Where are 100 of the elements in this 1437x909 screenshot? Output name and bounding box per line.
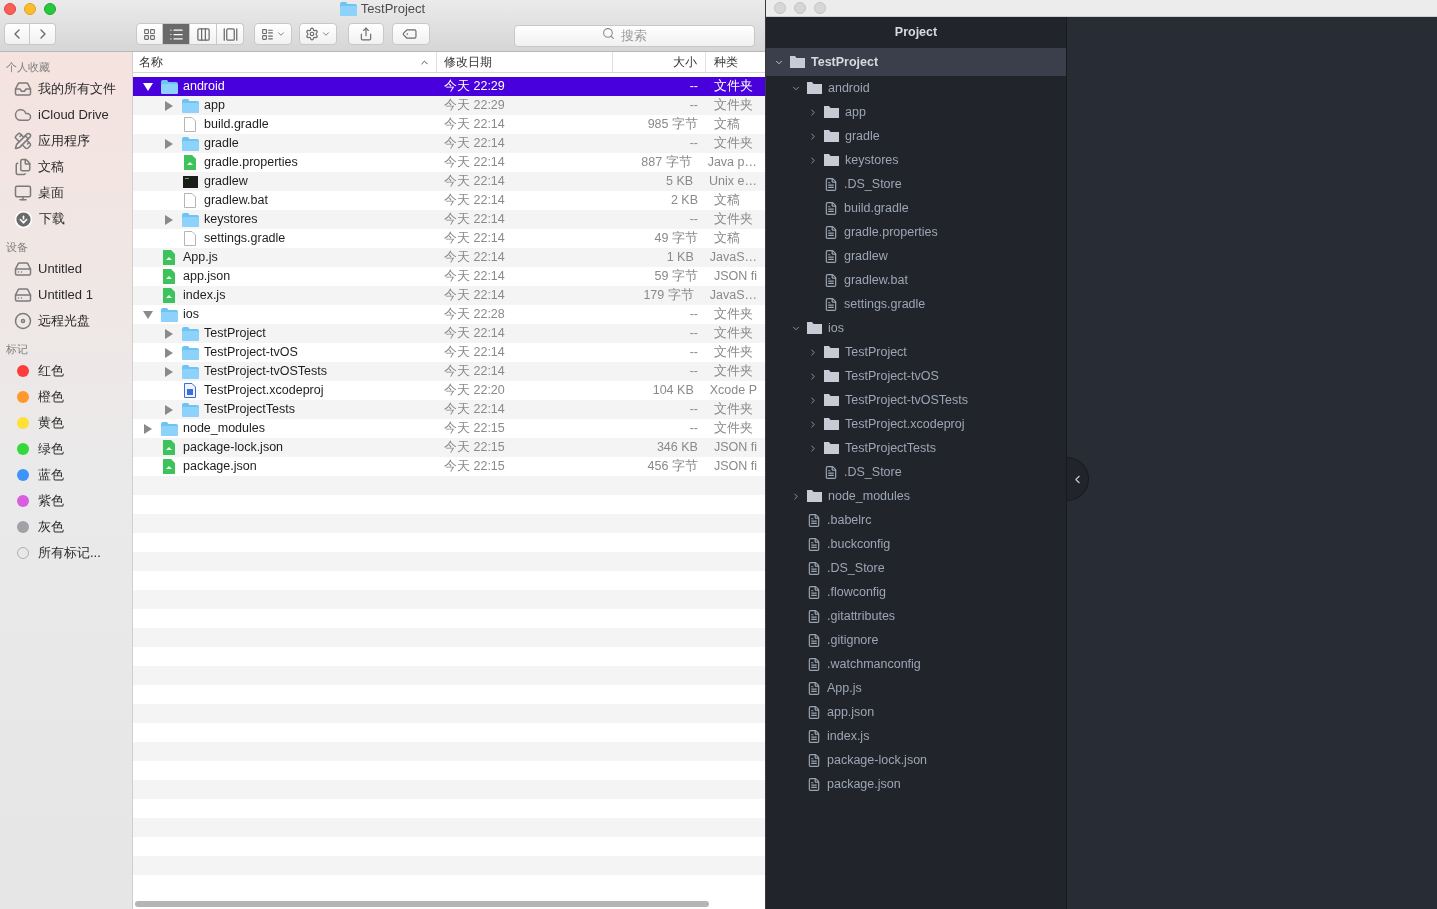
chevron-icon[interactable] xyxy=(808,106,818,118)
tag-button[interactable] xyxy=(392,23,430,45)
tree-item[interactable]: .gitattributes xyxy=(766,604,1066,628)
minimize-button[interactable] xyxy=(24,3,36,15)
sidebar-item[interactable]: 橙色 xyxy=(0,384,132,410)
tree-item[interactable]: package-lock.json xyxy=(766,748,1066,772)
chevron-icon[interactable] xyxy=(808,130,818,142)
sidebar-item[interactable]: 灰色 xyxy=(0,514,132,540)
column-header[interactable]: 修改日期 xyxy=(437,52,613,72)
search-field[interactable]: 搜索 xyxy=(514,24,755,47)
tree-item[interactable]: .DS_Store xyxy=(766,556,1066,580)
column-header[interactable]: 大小 xyxy=(613,52,706,72)
file-name: settings.gradle xyxy=(204,230,286,248)
tree-item[interactable]: app.json xyxy=(766,700,1066,724)
tree-item[interactable]: gradle.properties xyxy=(766,220,1066,244)
scrollbar[interactable] xyxy=(135,901,709,907)
chevron-icon[interactable] xyxy=(808,394,818,406)
file-row[interactable]: package-lock.json 今天 22:15 346 KB JSON fi xyxy=(133,438,765,457)
list-view-button[interactable] xyxy=(163,23,190,45)
file-row[interactable]: index.js 今天 22:14 179 字节 JavaS… xyxy=(133,286,765,305)
tree-item[interactable]: gradlew xyxy=(766,244,1066,268)
kind-cell-text: 文稿 xyxy=(713,192,741,210)
chevron-icon[interactable] xyxy=(808,442,818,454)
sidebar-item[interactable]: 文稿 xyxy=(0,154,132,180)
size-cell-text: 985 字节 xyxy=(646,116,699,134)
gallery-view-button[interactable] xyxy=(217,23,244,45)
file-name: gradlew xyxy=(204,173,248,191)
sidebar-item[interactable]: Untitled xyxy=(0,256,132,282)
tree-item[interactable]: TestProjectTests xyxy=(766,436,1066,460)
file-row[interactable]: app 今天 22:29 -- 文件夹 xyxy=(133,96,765,115)
tree-item[interactable]: App.js xyxy=(766,676,1066,700)
tree-item[interactable]: build.gradle xyxy=(766,196,1066,220)
size-cell-text: -- xyxy=(688,306,699,324)
sidebar-item[interactable]: Untitled 1 xyxy=(0,282,132,308)
tree-item[interactable]: .DS_Store xyxy=(766,172,1066,196)
size-cell-text: -- xyxy=(688,401,699,419)
file-row[interactable]: TestProjectTests 今天 22:14 -- 文件夹 xyxy=(133,400,765,419)
sidebar-item[interactable]: 黄色 xyxy=(0,410,132,436)
column-view-button[interactable] xyxy=(190,23,217,45)
sidebar-item[interactable]: 蓝色 xyxy=(0,462,132,488)
close-button[interactable] xyxy=(4,3,16,15)
chevron-icon[interactable] xyxy=(808,346,818,358)
back-button[interactable] xyxy=(4,23,30,45)
tree-item[interactable]: keystores xyxy=(766,148,1066,172)
action-button[interactable] xyxy=(299,23,337,45)
arrange-button[interactable] xyxy=(254,23,292,45)
tree-item[interactable]: gradle xyxy=(766,124,1066,148)
column-header[interactable]: 种类 xyxy=(706,52,765,72)
tree-item[interactable]: android xyxy=(766,76,1066,100)
tree-item[interactable]: .watchmanconfig xyxy=(766,652,1066,676)
tree-item[interactable]: .buckconfig xyxy=(766,532,1066,556)
tree-item[interactable]: TestProject.xcodeproj xyxy=(766,412,1066,436)
sidebar-item[interactable]: 我的所有文件 xyxy=(0,76,132,102)
zoom-button[interactable] xyxy=(44,3,56,15)
sidebar-item[interactable]: 应用程序 xyxy=(0,128,132,154)
chevron-icon[interactable] xyxy=(791,490,801,502)
tree-item[interactable]: node_modules xyxy=(766,484,1066,508)
share-button[interactable] xyxy=(348,23,384,45)
tree-item[interactable]: .babelrc xyxy=(766,508,1066,532)
sidebar-item[interactable]: 桌面 xyxy=(0,180,132,206)
tree-item[interactable]: ios xyxy=(766,316,1066,340)
tree-item[interactable]: TestProject xyxy=(766,48,1066,76)
tree-item[interactable]: gradlew.bat xyxy=(766,268,1066,292)
sidebar-item[interactable]: 下载 xyxy=(0,206,132,232)
caret-icon xyxy=(275,29,286,39)
tree-item[interactable]: .gitignore xyxy=(766,628,1066,652)
file-row[interactable]: App.js 今天 22:14 1 KB JavaS… xyxy=(133,248,765,267)
file-row[interactable]: android 今天 22:29 -- 文件夹 xyxy=(133,77,765,96)
column-header[interactable]: 名称 xyxy=(133,52,437,72)
file-row[interactable]: TestProject-tvOSTests 今天 22:14 -- 文件夹 xyxy=(133,362,765,381)
tree-item[interactable]: TestProject xyxy=(766,340,1066,364)
list-icon xyxy=(168,26,184,42)
file-row[interactable]: gradle 今天 22:14 -- 文件夹 xyxy=(133,134,765,153)
tree-item[interactable]: .flowconfig xyxy=(766,580,1066,604)
tree-item[interactable]: index.js xyxy=(766,724,1066,748)
sidebar-item[interactable]: 红色 xyxy=(0,358,132,384)
date-cell-text: 今天 22:14 xyxy=(443,135,506,153)
sidebar-item[interactable]: 远程光盘 xyxy=(0,308,132,334)
file-row[interactable]: gradlew 今天 22:14 5 KB Unix e… xyxy=(133,172,765,191)
tree-item[interactable]: settings.gradle xyxy=(766,292,1066,316)
file-icon xyxy=(807,680,821,696)
file-icon xyxy=(824,296,838,312)
sidebar-item[interactable]: iCloud Drive xyxy=(0,102,132,128)
file-row[interactable]: TestProject 今天 22:14 -- 文件夹 xyxy=(133,324,765,343)
icon-view-button[interactable] xyxy=(136,23,163,45)
chevron-icon[interactable] xyxy=(808,154,818,166)
tree-item[interactable]: package.json xyxy=(766,772,1066,796)
sidebar-item[interactable]: 所有标记... xyxy=(0,540,132,566)
chevron-icon[interactable] xyxy=(808,370,818,382)
chevron-icon[interactable] xyxy=(808,418,818,430)
tree-item[interactable]: TestProject-tvOS xyxy=(766,364,1066,388)
tree-item[interactable]: TestProject-tvOSTests xyxy=(766,388,1066,412)
sidebar-item[interactable]: 绿色 xyxy=(0,436,132,462)
tree-item[interactable]: app xyxy=(766,100,1066,124)
sidebar-item[interactable]: 紫色 xyxy=(0,488,132,514)
file-row[interactable]: keystores 今天 22:14 -- 文件夹 xyxy=(133,210,765,229)
kind-cell-text: JavaS… xyxy=(708,287,758,305)
tree-item[interactable]: .DS_Store xyxy=(766,460,1066,484)
forward-button[interactable] xyxy=(30,23,56,45)
file-icon xyxy=(807,656,821,672)
